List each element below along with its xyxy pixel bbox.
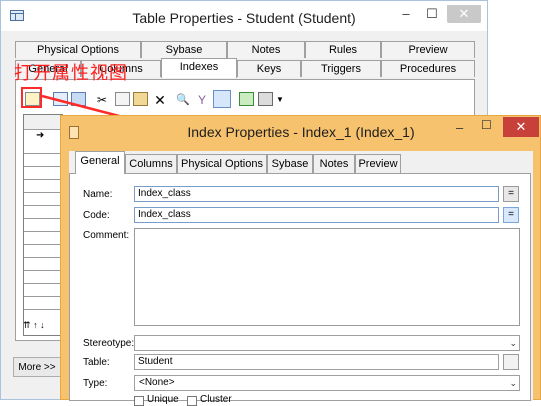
name-field[interactable]: Index_class	[134, 186, 499, 202]
inner-window-title: Index Properties - Index_1 (Index_1)	[187, 124, 415, 140]
inner-title-bar[interactable]: Index Properties - Index_1 (Index_1) – ☐…	[61, 116, 540, 146]
stereotype-label: Stereotype:	[83, 338, 135, 349]
inner-tab-sybase[interactable]: Sybase	[267, 154, 313, 173]
code-label: Code:	[83, 210, 110, 221]
inner-maximize-button[interactable]: ☐	[481, 118, 492, 132]
comment-textarea[interactable]	[134, 228, 520, 326]
general-tab-panel: Name: Index_class = Code: Index_class = …	[69, 173, 531, 406]
type-label: Type:	[83, 378, 108, 389]
inner-tab-general[interactable]: General	[75, 151, 125, 174]
code-field[interactable]: Index_class	[134, 207, 499, 223]
name-equals-button[interactable]: =	[503, 186, 519, 202]
inner-tab-columns[interactable]: Columns	[125, 154, 177, 173]
table-properties-icon[interactable]	[503, 354, 519, 370]
comment-label: Comment:	[83, 230, 130, 241]
cluster-checkbox[interactable]	[187, 396, 197, 406]
table-label: Table:	[83, 357, 110, 368]
stereotype-select[interactable]: ⌄	[134, 335, 520, 351]
inner-tab-physical-options[interactable]: Physical Options	[177, 154, 267, 173]
unique-checkbox[interactable]	[134, 396, 144, 406]
code-equals-button[interactable]: =	[503, 207, 519, 223]
index-properties-window: Index Properties - Index_1 (Index_1) – ☐…	[60, 115, 541, 406]
type-value: <None>	[139, 377, 175, 388]
inner-tab-preview[interactable]: Preview	[355, 154, 401, 173]
inner-body: General Columns Physical Options Sybase …	[69, 151, 533, 406]
inner-tab-notes[interactable]: Notes	[313, 154, 355, 173]
index-window-icon	[69, 126, 79, 139]
inner-minimize-button[interactable]: –	[456, 120, 463, 135]
inner-close-button[interactable]: ✕	[503, 117, 539, 137]
type-select[interactable]: <None> ⌄	[134, 375, 520, 391]
chevron-down-icon: ⌄	[509, 338, 517, 348]
name-label: Name:	[83, 189, 113, 200]
chevron-down-icon: ⌄	[509, 378, 517, 388]
table-field[interactable]: Student	[134, 354, 499, 370]
